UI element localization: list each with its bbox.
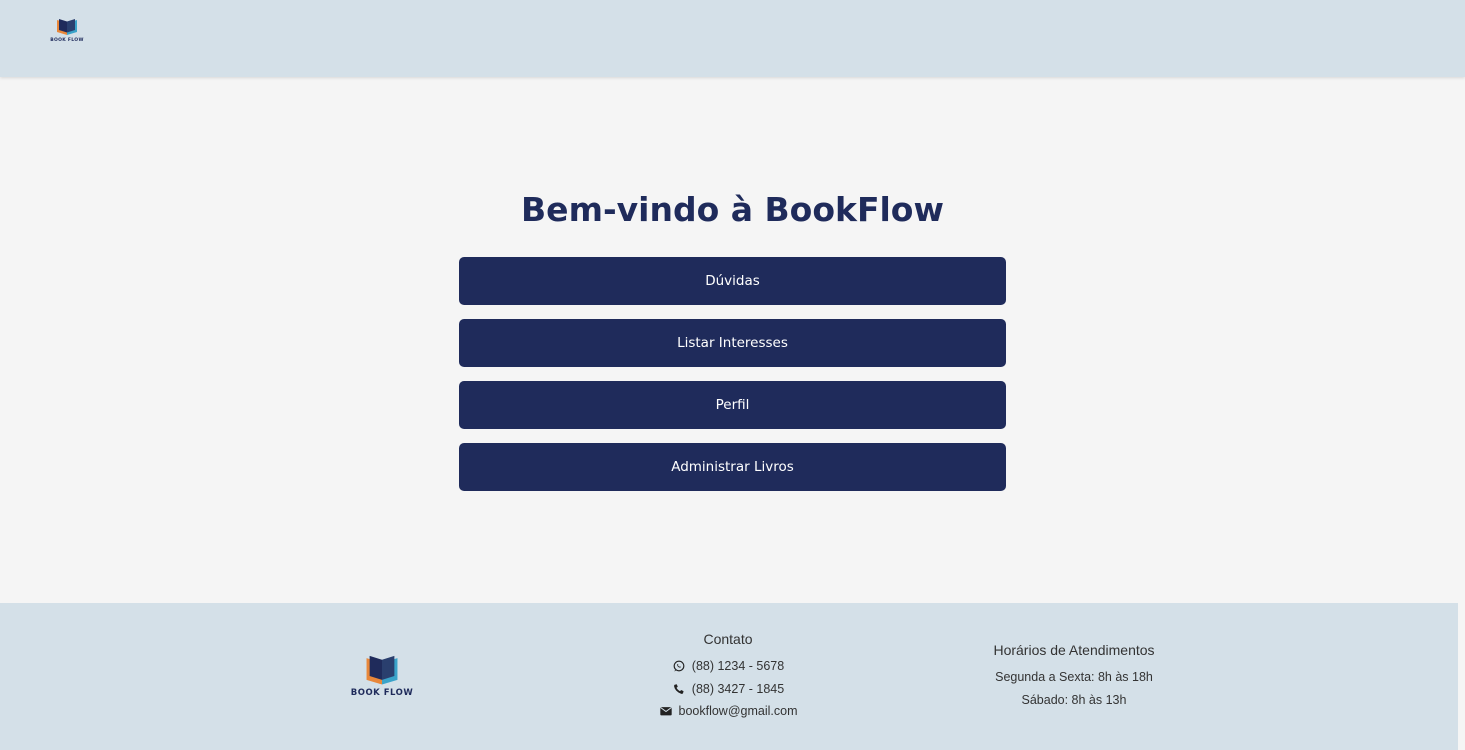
phone-number: (88) 3427 - 1845 xyxy=(691,681,785,696)
contact-section: Contato (88) 1234 - 5678 (88) 3427 - 184… xyxy=(628,631,828,723)
book-logo-icon xyxy=(57,19,77,35)
header-logo[interactable]: BOOK FLOW xyxy=(45,17,89,47)
phone-line: (88) 3427 - 1845 xyxy=(628,678,828,701)
contact-heading: Contato xyxy=(703,631,753,647)
whatsapp-icon xyxy=(673,660,685,672)
book-logo-icon xyxy=(366,655,398,685)
perfil-button[interactable]: Perfil xyxy=(459,381,1006,429)
footer: BOOK FLOW Contato (88) 1234 - 5678 (88) … xyxy=(0,603,1458,750)
main-content: Bem-vindo à BookFlow Dúvidas Listar Inte… xyxy=(0,77,1465,602)
logo-text: BOOK FLOW xyxy=(50,38,84,43)
duvidas-button[interactable]: Dúvidas xyxy=(459,257,1006,305)
whatsapp-number: (88) 1234 - 5678 xyxy=(691,659,785,673)
administrar-livros-button[interactable]: Administrar Livros xyxy=(459,443,1006,491)
page-title: Bem-vindo à BookFlow xyxy=(521,190,944,229)
scrollbar-gutter xyxy=(1458,603,1465,750)
email-line: bookflow@gmail.com xyxy=(628,700,828,723)
footer-logo: BOOK FLOW xyxy=(348,652,416,698)
whatsapp-line: (88) 1234 - 5678 xyxy=(628,655,828,678)
hours-saturday: Sábado: 8h às 13h xyxy=(1021,692,1127,707)
phone-icon xyxy=(673,684,684,694)
logo-text: BOOK FLOW xyxy=(350,688,414,698)
hours-weekdays: Segunda a Sexta: 8h às 18h xyxy=(995,670,1153,684)
email-address: bookflow@gmail.com xyxy=(678,704,798,718)
hours-heading: Horários de Atendimentos xyxy=(993,642,1155,658)
hours-section: Horários de Atendimentos Segunda a Sexta… xyxy=(974,642,1174,711)
header-bar: BOOK FLOW xyxy=(0,0,1465,77)
listar-interesses-button[interactable]: Listar Interesses xyxy=(459,319,1006,367)
envelope-icon xyxy=(659,707,672,716)
